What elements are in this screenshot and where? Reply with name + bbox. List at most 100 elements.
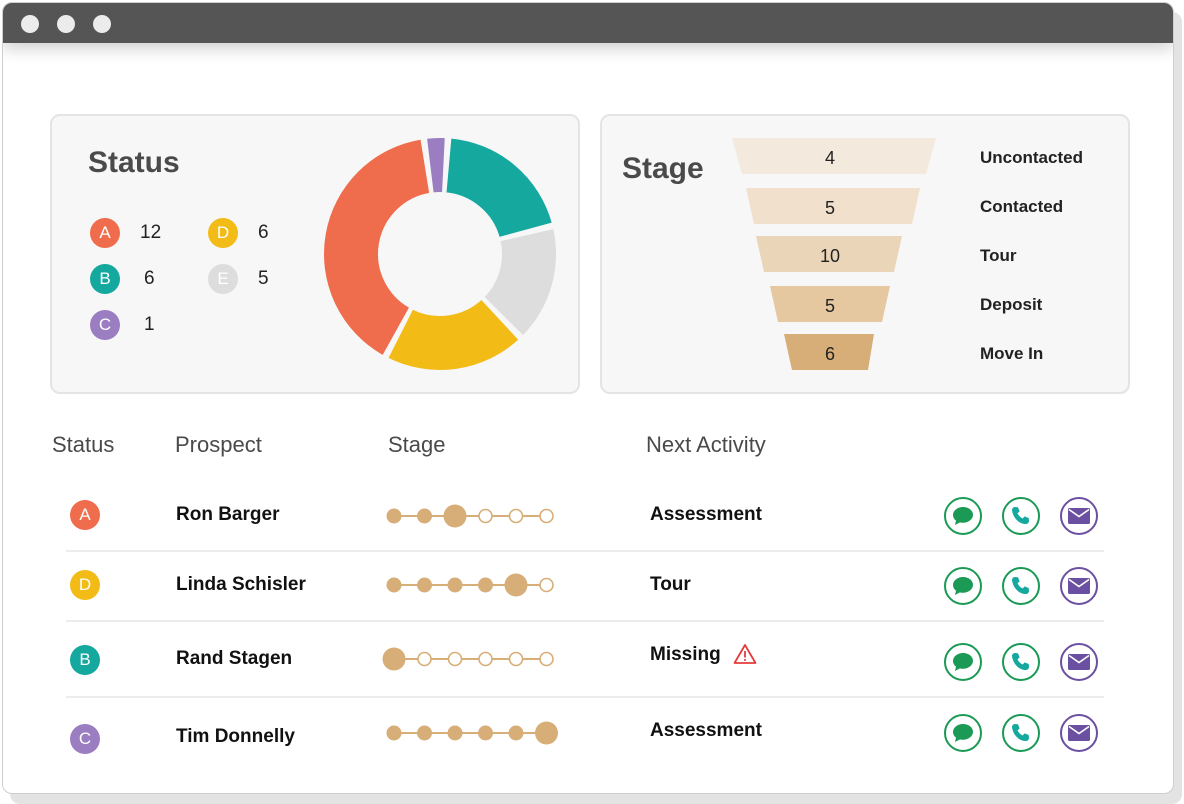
stage-step-done xyxy=(447,725,463,741)
stage-step-pending xyxy=(539,651,554,667)
column-header-stage[interactable]: Stage xyxy=(388,432,446,458)
stage-step-done xyxy=(386,725,402,741)
status-badge-e: E xyxy=(208,264,238,294)
status-badge-b: B xyxy=(90,264,120,294)
next-activity[interactable]: Assessment xyxy=(650,504,762,526)
legend-item-a: A 12 xyxy=(90,218,161,248)
legend-count-b: 6 xyxy=(144,268,155,289)
chat-button[interactable] xyxy=(944,497,982,535)
status-badge-d: D xyxy=(208,218,238,248)
next-activity[interactable]: Assessment xyxy=(650,720,762,742)
prospect-name[interactable]: Rand Stagen xyxy=(176,648,292,670)
window-maximize-dot[interactable] xyxy=(93,15,111,33)
chat-bubble-icon xyxy=(953,724,973,742)
funnel-label-contacted: Contacted xyxy=(980,197,1064,216)
stage-progress-track xyxy=(386,573,554,597)
stage-step-pending xyxy=(539,577,554,593)
phone-icon xyxy=(1012,724,1029,741)
call-button[interactable] xyxy=(1002,567,1040,605)
phone-icon xyxy=(1012,653,1029,670)
chat-button[interactable] xyxy=(944,643,982,681)
legend-count-d: 6 xyxy=(258,222,269,243)
stage-step-pending xyxy=(478,508,493,524)
funnel-label-move-in: Move In xyxy=(980,344,1044,363)
stage-step-done xyxy=(417,725,432,741)
stage-step-pending xyxy=(508,508,524,524)
stage-step-done xyxy=(386,577,402,593)
prospect-name[interactable]: Linda Schisler xyxy=(176,574,306,596)
funnel-label-uncontacted: Uncontacted xyxy=(980,148,1083,167)
email-button[interactable] xyxy=(1060,497,1098,535)
donut-slice-b xyxy=(444,136,555,240)
column-header-status[interactable]: Status xyxy=(52,432,114,458)
stage-step-pending xyxy=(478,651,493,667)
row-divider xyxy=(66,550,1104,552)
row-status-badge: B xyxy=(70,645,100,675)
legend-item-e: E 5 xyxy=(208,264,269,294)
legend-count-a: 12 xyxy=(140,222,162,243)
stage-progress-track xyxy=(386,504,554,528)
funnel-value-contacted: 5 xyxy=(824,198,835,218)
status-badge-a: A xyxy=(90,218,120,248)
funnel-label-tour: Tour xyxy=(980,246,1017,265)
envelope-icon xyxy=(1068,508,1090,524)
chat-button[interactable] xyxy=(944,567,982,605)
phone-icon xyxy=(1012,507,1029,524)
stage-step-pending xyxy=(417,651,432,667)
next-activity[interactable]: Tour xyxy=(650,574,691,596)
warning-triangle-icon xyxy=(733,644,757,664)
chat-button[interactable] xyxy=(944,714,982,752)
chat-bubble-icon xyxy=(953,577,973,595)
stage-step-done xyxy=(508,725,524,741)
funnel-value-uncontacted: 4 xyxy=(824,148,835,168)
window-titlebar xyxy=(3,3,1173,43)
funnel-value-tour: 10 xyxy=(819,246,841,266)
stage-card: Stage 4 5 10 5 6 Uncontacted Contacted T… xyxy=(600,114,1130,394)
stage-step-pending xyxy=(508,651,524,667)
stage-step-done xyxy=(386,508,402,524)
call-button[interactable] xyxy=(1002,714,1040,752)
legend-item-d: D 6 xyxy=(208,218,269,248)
column-header-next-activity[interactable]: Next Activity xyxy=(646,432,766,458)
legend-count-e: 5 xyxy=(258,268,269,289)
call-button[interactable] xyxy=(1002,497,1040,535)
funnel-label-deposit: Deposit xyxy=(980,295,1043,314)
legend-item-c: C 1 xyxy=(90,310,155,340)
stage-progress-track xyxy=(386,721,558,745)
row-status-badge: D xyxy=(70,570,100,600)
window-close-dot[interactable] xyxy=(21,15,39,33)
status-card-title: Status xyxy=(88,146,180,179)
stage-step-current xyxy=(535,721,558,745)
call-button[interactable] xyxy=(1002,643,1040,681)
stage-step-current xyxy=(504,573,528,597)
row-status-badge: A xyxy=(70,500,100,530)
legend-item-b: B 6 xyxy=(90,264,155,294)
stage-step-done xyxy=(447,577,463,593)
email-button[interactable] xyxy=(1060,643,1098,681)
envelope-icon xyxy=(1068,654,1090,670)
email-button[interactable] xyxy=(1060,567,1098,605)
stage-step-done xyxy=(478,725,493,741)
stage-step-pending xyxy=(539,508,554,524)
envelope-icon xyxy=(1068,578,1090,594)
stage-step-current xyxy=(443,504,467,528)
next-activity[interactable]: Missing xyxy=(650,644,721,666)
legend-count-c: 1 xyxy=(144,314,155,335)
status-donut-chart xyxy=(322,136,558,372)
stage-progress-track xyxy=(382,647,554,671)
row-divider xyxy=(66,696,1104,698)
prospect-name[interactable]: Tim Donnelly xyxy=(176,726,295,748)
phone-icon xyxy=(1012,577,1029,594)
status-badge-c: C xyxy=(90,310,120,340)
chat-bubble-icon xyxy=(953,653,973,671)
stage-step-done xyxy=(417,508,432,524)
stage-step-current xyxy=(382,647,406,671)
email-button[interactable] xyxy=(1060,714,1098,752)
column-header-prospect[interactable]: Prospect xyxy=(175,432,262,458)
prospect-name[interactable]: Ron Barger xyxy=(176,504,279,526)
envelope-icon xyxy=(1068,725,1090,741)
stage-step-done xyxy=(417,577,432,593)
stage-step-done xyxy=(478,577,493,593)
window-minimize-dot[interactable] xyxy=(57,15,75,33)
funnel-value-move-in: 6 xyxy=(824,344,835,364)
